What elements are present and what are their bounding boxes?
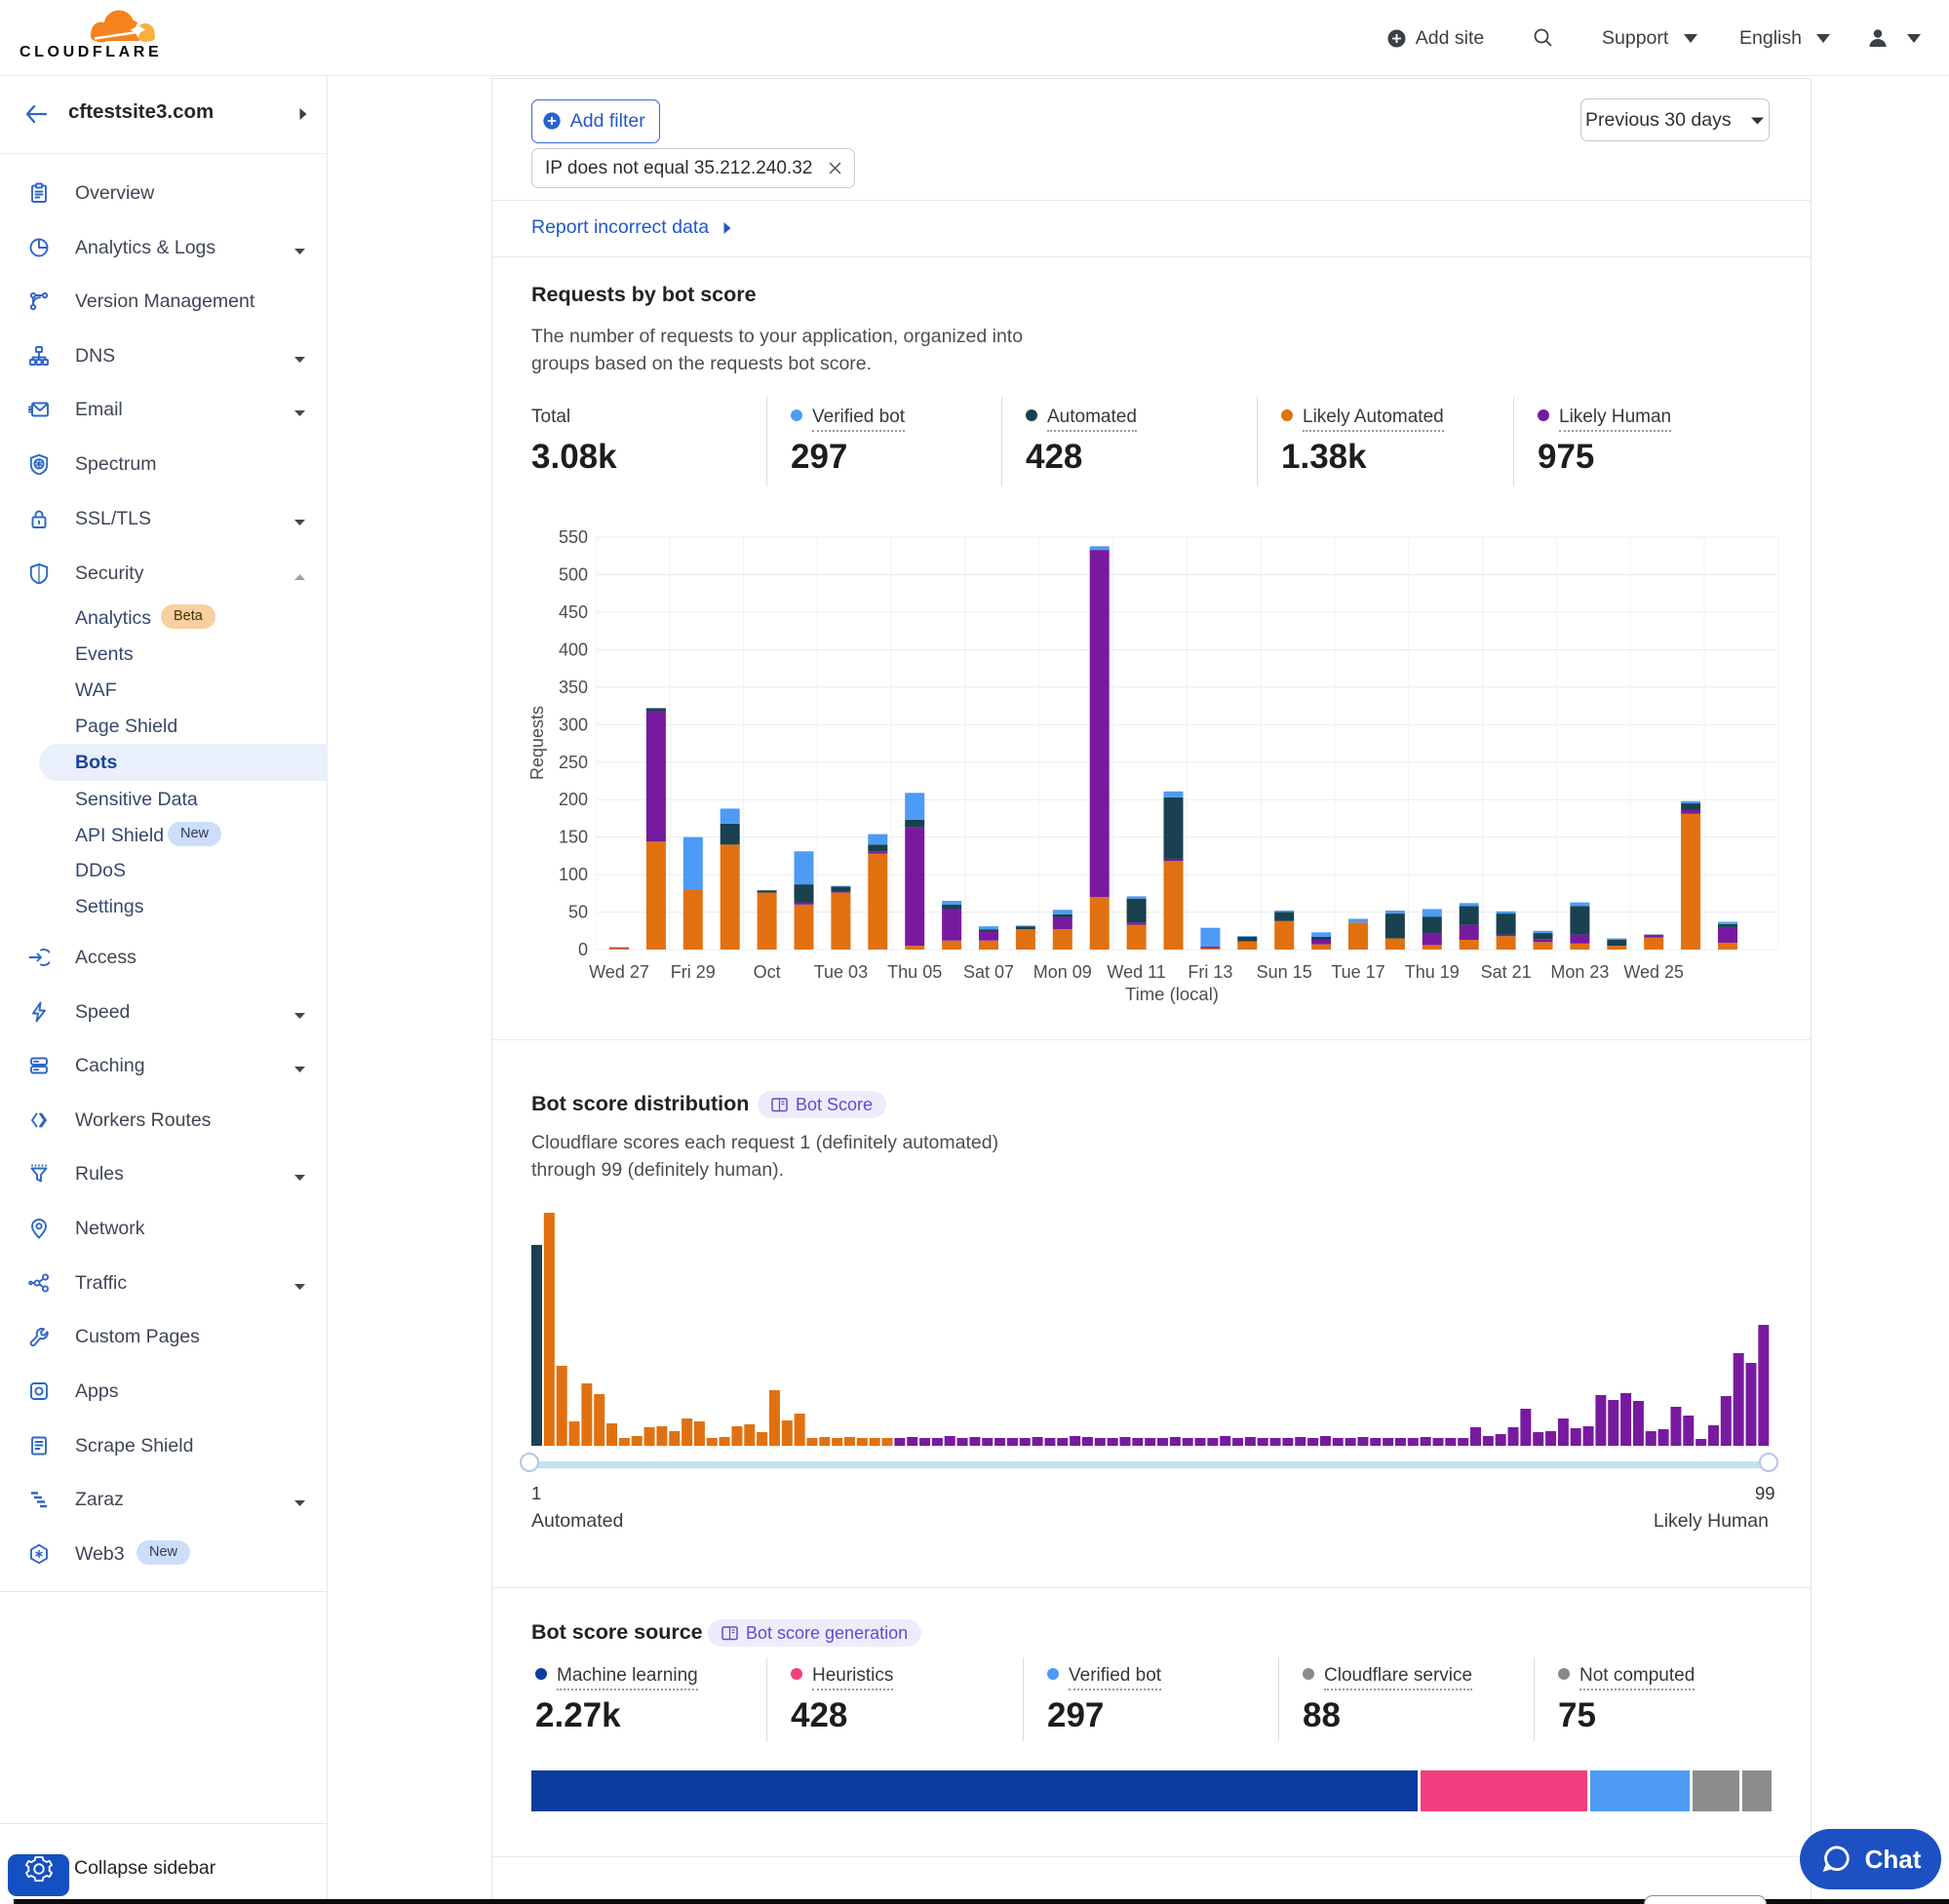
svg-text:Time (local): Time (local): [1125, 984, 1219, 1004]
svg-text:Sat 21: Sat 21: [1481, 962, 1532, 982]
svg-text:Requests: Requests: [527, 706, 547, 780]
svg-text:550: 550: [559, 527, 588, 547]
svg-text:Fri 13: Fri 13: [1188, 962, 1232, 982]
svg-text:50: 50: [568, 903, 588, 922]
svg-text:0: 0: [578, 940, 588, 959]
svg-text:400: 400: [559, 640, 588, 659]
svg-text:Wed 27: Wed 27: [589, 962, 649, 982]
svg-text:Fri 29: Fri 29: [671, 962, 716, 982]
svg-text:Thu 05: Thu 05: [887, 962, 942, 982]
svg-text:Sat 07: Sat 07: [963, 962, 1014, 982]
svg-text:200: 200: [559, 790, 588, 809]
svg-text:250: 250: [559, 753, 588, 772]
svg-text:Oct: Oct: [754, 962, 781, 982]
svg-text:Mon 09: Mon 09: [1033, 962, 1092, 982]
svg-text:100: 100: [559, 865, 588, 884]
svg-text:Wed 25: Wed 25: [1623, 962, 1684, 982]
svg-text:Tue 03: Tue 03: [814, 962, 868, 982]
svg-text:Thu 19: Thu 19: [1405, 962, 1460, 982]
svg-text:450: 450: [559, 602, 588, 622]
svg-text:150: 150: [559, 828, 588, 847]
svg-text:Tue 17: Tue 17: [1331, 962, 1384, 982]
svg-text:Sun 15: Sun 15: [1257, 962, 1312, 982]
svg-text:Mon 23: Mon 23: [1550, 962, 1609, 982]
svg-text:300: 300: [559, 715, 588, 734]
svg-text:500: 500: [559, 565, 588, 585]
svg-text:Wed 11: Wed 11: [1107, 962, 1165, 982]
svg-text:350: 350: [559, 678, 588, 697]
